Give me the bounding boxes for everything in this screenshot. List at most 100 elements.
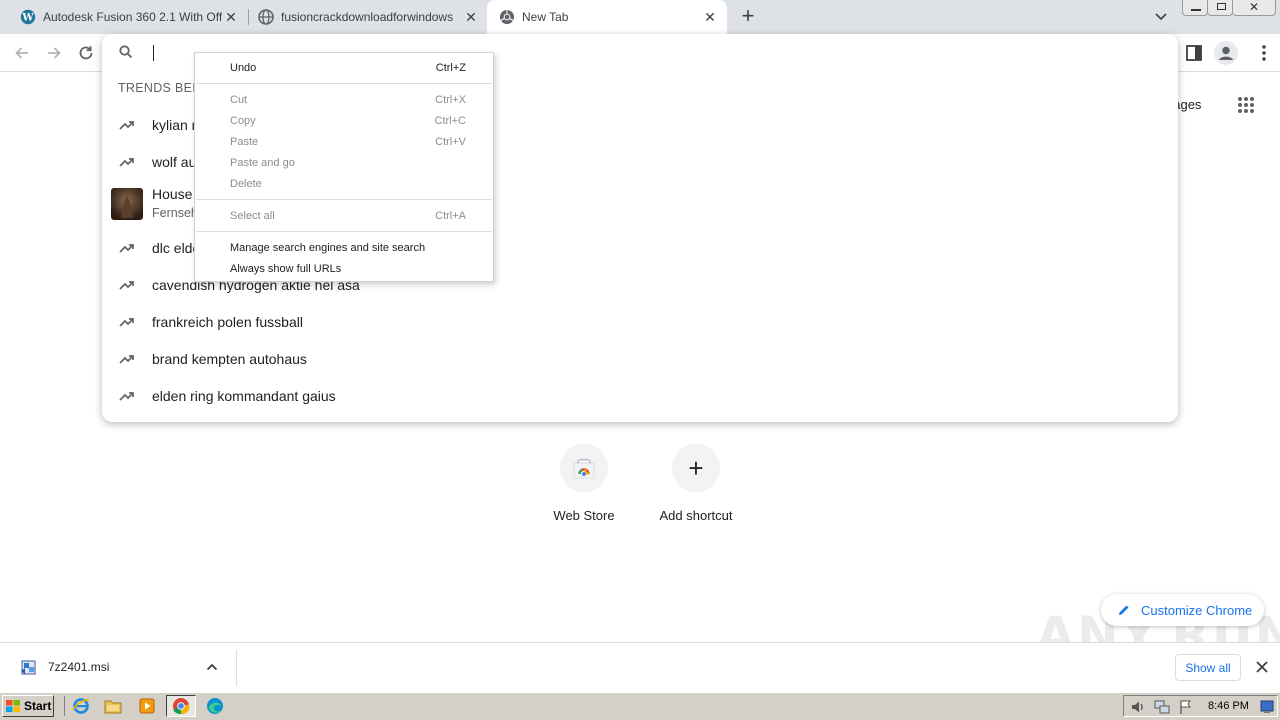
network-icon[interactable] xyxy=(1154,699,1170,715)
menu-item-shortcut: Ctrl+Z xyxy=(435,61,466,74)
tab-search-chevron-icon[interactable] xyxy=(1150,8,1172,26)
search-icon xyxy=(118,44,134,60)
reload-button[interactable] xyxy=(74,42,98,64)
restore-button[interactable] xyxy=(1207,0,1233,16)
trending-icon xyxy=(102,242,152,254)
menu-separator xyxy=(196,199,492,200)
menu-item-label: Always show full URLs xyxy=(230,262,342,275)
trending-icon xyxy=(102,279,152,291)
chrome-icon xyxy=(499,9,515,25)
minimize-button[interactable] xyxy=(1182,0,1208,16)
chrome-taskbar-icon[interactable] xyxy=(166,695,196,717)
menu-item-copy[interactable]: Copy Ctrl+C xyxy=(195,110,493,131)
menu-item-label: Paste xyxy=(230,135,259,148)
menu-separator xyxy=(196,231,492,232)
forward-button[interactable] xyxy=(42,42,66,64)
menu-item-select-all[interactable]: Select all Ctrl+A xyxy=(195,205,493,226)
menu-item-label: Cut xyxy=(230,93,248,106)
shortcut-web-store[interactable]: Web Store xyxy=(540,444,628,528)
menu-item-label: Manage search engines and site search xyxy=(230,241,426,254)
menu-item-shortcut: Ctrl+V xyxy=(435,135,466,148)
ie-icon[interactable] xyxy=(70,695,92,717)
restore-icon xyxy=(1217,3,1226,10)
close-shelf-icon[interactable] xyxy=(1255,660,1269,674)
text-cursor xyxy=(153,45,154,61)
customize-chrome-button[interactable]: Customize Chrome xyxy=(1101,594,1264,626)
menu-item-cut[interactable]: Cut Ctrl+X xyxy=(195,89,493,110)
suggestion-section-heading: TRENDS BEI xyxy=(118,81,197,95)
close-tab-icon[interactable]: ✕ xyxy=(701,9,719,26)
close-window-button[interactable]: ✕ xyxy=(1232,0,1276,16)
shelf-divider xyxy=(236,650,237,686)
tab-fusioncrack[interactable]: fusioncrackdownloadforwindows ✕ xyxy=(238,0,488,34)
system-tray: 8:46 PM xyxy=(1123,695,1278,717)
menu-item-label: Paste and go xyxy=(230,156,295,169)
wordpress-icon: W xyxy=(20,9,36,25)
menu-item-label: Select all xyxy=(230,209,275,222)
media-player-icon[interactable] xyxy=(136,695,158,717)
shortcut-label: Add shortcut xyxy=(659,508,733,523)
tab-new-tab[interactable]: New Tab ✕ xyxy=(487,0,727,34)
download-shelf: 7z2401.msi Show all xyxy=(0,642,1280,692)
suggestion-text: kylian r xyxy=(152,116,197,133)
profile-avatar[interactable] xyxy=(1214,41,1238,65)
side-panel-icon[interactable] xyxy=(1184,43,1204,63)
close-tab-icon[interactable]: ✕ xyxy=(462,9,480,26)
menu-item-delete[interactable]: Delete xyxy=(195,173,493,194)
menu-item-label: Delete xyxy=(230,177,262,190)
suggestion-thumbnail xyxy=(102,188,152,220)
trending-icon xyxy=(102,353,152,365)
apps-grid-icon[interactable] xyxy=(1236,95,1256,115)
new-tab-plus-icon[interactable]: + xyxy=(737,5,759,29)
trending-icon xyxy=(102,156,152,168)
reload-icon xyxy=(79,46,93,60)
window-controls: ✕ xyxy=(1182,0,1278,16)
context-menu: Undo Ctrl+Z Cut Ctrl+X Copy Ctrl+C Paste… xyxy=(194,52,494,282)
menu-item-shortcut: Ctrl+X xyxy=(435,93,466,106)
suggestion-subtext: Fernseh xyxy=(152,206,198,220)
start-label: Start xyxy=(24,699,52,713)
back-button[interactable] xyxy=(10,42,34,64)
shortcut-add[interactable]: + Add shortcut xyxy=(652,444,740,528)
customize-chrome-label: Customize Chrome xyxy=(1141,602,1253,618)
windows-logo-icon xyxy=(5,699,21,713)
volume-icon[interactable] xyxy=(1130,699,1146,715)
action-center-flag-icon[interactable] xyxy=(1178,699,1194,715)
menu-item-paste-and-go[interactable]: Paste and go xyxy=(195,152,493,173)
suggestion-text: wolf au xyxy=(152,153,197,170)
minimize-icon xyxy=(1191,9,1201,11)
menu-item-manage-search-engines[interactable]: Manage search engines and site search xyxy=(195,237,493,258)
download-item[interactable]: 7z2401.msi xyxy=(0,643,236,692)
menu-item-shortcut: Ctrl+C xyxy=(434,114,466,127)
suggestion-text: frankreich polen fussball xyxy=(152,313,303,330)
menu-item-undo[interactable]: Undo Ctrl+Z xyxy=(195,57,493,78)
chevron-up-icon[interactable] xyxy=(205,660,219,674)
suggestion-text: elden ring kommandant gaius xyxy=(152,387,336,404)
menu-item-paste[interactable]: Paste Ctrl+V xyxy=(195,131,493,152)
suggestion-content: House Fernseh xyxy=(152,185,198,223)
tab-autodesk[interactable]: W Autodesk Fusion 360 2.1 With Offline ✕ xyxy=(0,0,248,34)
explorer-folder-icon[interactable] xyxy=(102,695,124,717)
clock: 8:46 PM xyxy=(1208,700,1249,712)
start-button[interactable]: Start xyxy=(2,695,54,717)
menu-item-label: Copy xyxy=(230,114,256,127)
menu-kebab-icon[interactable] xyxy=(1261,42,1267,64)
suggestion-item[interactable]: brand kempten autohaus xyxy=(102,340,1178,377)
menu-item-always-show-full-urls[interactable]: Always show full URLs xyxy=(195,258,493,279)
back-arrow-icon xyxy=(15,47,28,59)
suggestion-text: brand kempten autohaus xyxy=(152,350,307,367)
download-filename: 7z2401.msi xyxy=(48,660,110,674)
show-desktop-icon[interactable] xyxy=(1260,699,1274,714)
suggestion-item[interactable]: elden ring kommandant gaius xyxy=(102,377,1178,414)
add-shortcut-plus-icon: + xyxy=(672,444,720,492)
tab-title: Autodesk Fusion 360 2.1 With Offline xyxy=(43,10,222,24)
svg-text:W: W xyxy=(21,13,34,24)
tab-title: New Tab xyxy=(522,10,569,24)
person-icon xyxy=(1219,46,1233,60)
edge-icon[interactable] xyxy=(204,695,226,717)
menu-separator xyxy=(196,83,492,84)
suggestion-item[interactable]: frankreich polen fussball xyxy=(102,303,1178,340)
web-store-icon xyxy=(560,444,608,492)
taskbar-divider xyxy=(64,696,65,716)
show-all-button[interactable]: Show all xyxy=(1175,654,1241,681)
